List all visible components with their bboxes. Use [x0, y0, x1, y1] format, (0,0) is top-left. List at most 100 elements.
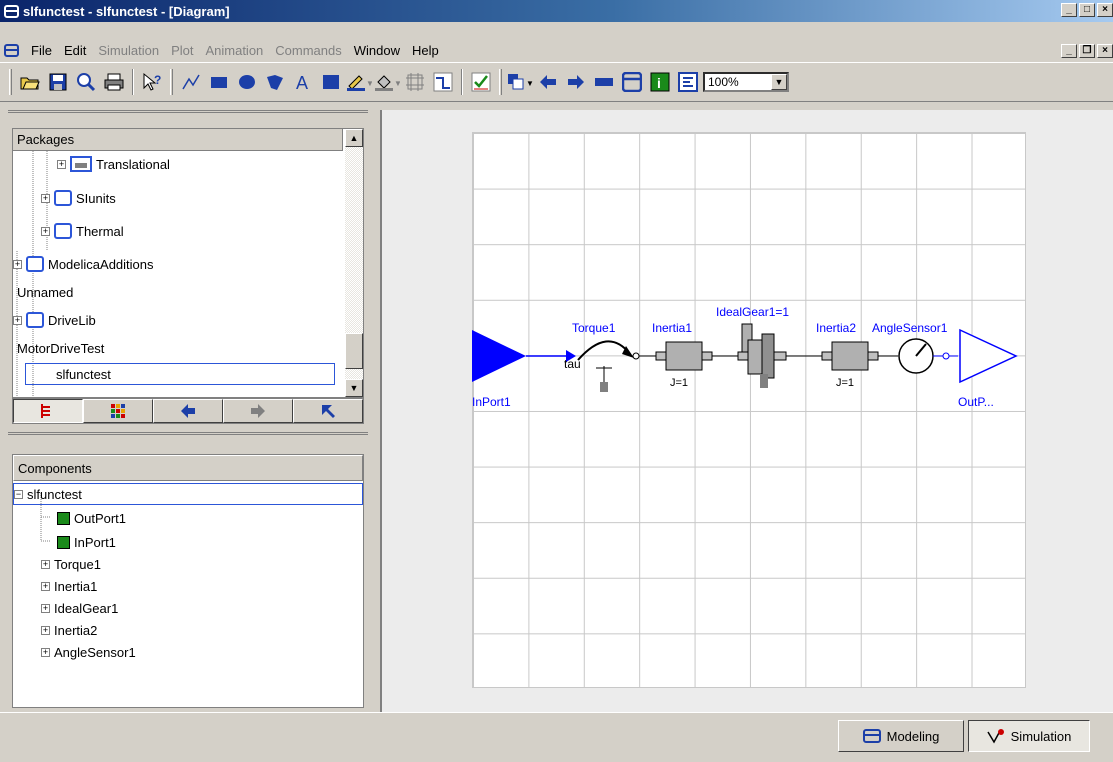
component-item-idealgear1[interactable]: + IdealGear1: [41, 597, 118, 619]
minimize-button[interactable]: _: [1061, 3, 1077, 17]
menu-commands[interactable]: Commands: [269, 43, 347, 58]
menu-file[interactable]: File: [25, 43, 58, 58]
toolbar: ? A ▼ ▼ ▼ i 100% ▼: [0, 62, 1113, 102]
ellipse-tool-icon[interactable]: [234, 69, 260, 95]
components-grip[interactable]: [8, 432, 368, 441]
mdi-restore-button[interactable]: ❐: [1079, 44, 1095, 58]
toolbar-grip-3[interactable]: [499, 69, 502, 95]
icon-view-button[interactable]: [83, 399, 153, 423]
scroll-down-button[interactable]: ▼: [345, 379, 363, 397]
expand-toggle[interactable]: +: [41, 193, 50, 203]
line-color-icon[interactable]: ▼: [346, 69, 372, 95]
save-icon[interactable]: [45, 69, 71, 95]
modelica-text-icon[interactable]: [675, 69, 701, 95]
back-arrow-icon[interactable]: [535, 69, 561, 95]
expand-toggle[interactable]: +: [41, 559, 50, 569]
manhattanize-icon[interactable]: [430, 69, 456, 95]
inport-triangle[interactable]: [472, 330, 526, 382]
component-item-anglesensor1[interactable]: + AngleSensor1: [41, 641, 136, 663]
package-item-thermal[interactable]: + Thermal: [41, 220, 124, 242]
expand-toggle[interactable]: +: [41, 226, 50, 236]
tree-view-button[interactable]: [13, 399, 83, 423]
diagram-layer-icon[interactable]: [619, 69, 645, 95]
maximize-button[interactable]: □: [1079, 3, 1095, 17]
outport-triangle[interactable]: [959, 328, 1018, 384]
bitmap-tool-icon[interactable]: [318, 69, 344, 95]
mdi-minimize-button[interactable]: _: [1061, 44, 1077, 58]
expand-toggle[interactable]: +: [13, 259, 22, 269]
grid-icon[interactable]: [402, 69, 428, 95]
inertia1-label: Inertia1: [652, 321, 692, 335]
inertia1-body[interactable]: [665, 341, 703, 371]
toolbar-grip-2[interactable]: [170, 69, 173, 95]
packages-grip[interactable]: [8, 110, 368, 119]
toolbar-grip[interactable]: [9, 69, 12, 95]
menu-simulation[interactable]: Simulation: [92, 43, 165, 58]
flange-connector[interactable]: [632, 352, 640, 360]
help-pointer-icon[interactable]: ?: [139, 69, 165, 95]
packages-scrollbar[interactable]: ▲ ▼: [345, 129, 363, 397]
toolbar-separator: [132, 69, 134, 95]
simulation-mode-button[interactable]: Simulation: [968, 720, 1090, 752]
inertia1-shaft-right: [701, 351, 713, 361]
expand-toggle[interactable]: +: [41, 647, 50, 657]
inertia2-body[interactable]: [831, 341, 869, 371]
nav-up-button[interactable]: [293, 399, 363, 423]
scroll-up-button[interactable]: ▲: [345, 129, 363, 147]
package-item-drivelib[interactable]: + DriveLib: [13, 309, 96, 331]
collapse-toggle[interactable]: −: [14, 489, 23, 499]
package-item-modelicaadditions[interactable]: + ModelicaAdditions: [13, 253, 154, 275]
search-icon[interactable]: [73, 69, 99, 95]
mdi-close-button[interactable]: ×: [1097, 44, 1113, 58]
idealgear-body-left[interactable]: [747, 339, 763, 375]
package-item-slfunctest[interactable]: slfunctest: [25, 363, 335, 385]
zoom-select[interactable]: 100% ▼: [703, 72, 789, 92]
idealgear-body-right[interactable]: [761, 333, 775, 379]
component-item-inport1[interactable]: InPort1: [57, 531, 116, 553]
fill-color-icon[interactable]: ▼: [374, 69, 400, 95]
translational-icon: [70, 156, 92, 172]
print-icon[interactable]: [101, 69, 127, 95]
line-tool-icon[interactable]: [178, 69, 204, 95]
package-item-translational[interactable]: + Translational: [57, 153, 170, 175]
package-item-siunits[interactable]: + SIunits: [41, 187, 116, 209]
icon-layer-icon[interactable]: [591, 69, 617, 95]
polygon-tool-icon[interactable]: [262, 69, 288, 95]
diagram-components: InPort1 Torque1 tau Inertia1 J=1 IdealGe…: [472, 305, 1018, 409]
component-item-torque1[interactable]: + Torque1: [41, 553, 101, 575]
package-item-motordrivetest[interactable]: MotorDriveTest: [17, 337, 104, 359]
expand-toggle[interactable]: +: [13, 315, 22, 325]
output-connector[interactable]: [942, 352, 950, 360]
expand-toggle[interactable]: +: [57, 159, 66, 169]
info-icon[interactable]: i: [647, 69, 673, 95]
package-label: Thermal: [76, 223, 124, 239]
package-item-unnamed[interactable]: Unnamed: [17, 281, 73, 303]
component-item-inertia2[interactable]: + Inertia2: [41, 619, 97, 641]
open-folder-icon[interactable]: [17, 69, 43, 95]
check-icon[interactable]: [468, 69, 494, 95]
text-tool-icon[interactable]: A: [290, 69, 316, 95]
duplicate-icon[interactable]: ▼: [507, 69, 533, 95]
component-root-slfunctest[interactable]: − slfunctest: [13, 483, 363, 505]
component-item-outport1[interactable]: OutPort1: [57, 507, 126, 529]
expand-toggle[interactable]: +: [41, 625, 50, 635]
forward-arrow-icon[interactable]: [563, 69, 589, 95]
expand-toggle[interactable]: +: [41, 603, 50, 613]
chevron-down-icon[interactable]: ▼: [771, 74, 787, 90]
component-label: AngleSensor1: [54, 644, 136, 660]
menu-plot[interactable]: Plot: [165, 43, 199, 58]
nav-back-button[interactable]: [153, 399, 223, 423]
expand-toggle[interactable]: +: [41, 581, 50, 591]
nav-forward-button[interactable]: [223, 399, 293, 423]
close-button[interactable]: ×: [1097, 3, 1113, 17]
component-item-inertia1[interactable]: + Inertia1: [41, 575, 97, 597]
torque-arc[interactable]: [577, 340, 631, 361]
rectangle-tool-icon[interactable]: [206, 69, 232, 95]
modeling-mode-button[interactable]: Modeling: [838, 720, 964, 752]
menu-help[interactable]: Help: [406, 43, 445, 58]
document-icon[interactable]: [4, 43, 19, 57]
menu-animation[interactable]: Animation: [199, 43, 269, 58]
menu-window[interactable]: Window: [348, 43, 406, 58]
menu-edit[interactable]: Edit: [58, 43, 92, 58]
scroll-thumb[interactable]: [345, 333, 363, 369]
